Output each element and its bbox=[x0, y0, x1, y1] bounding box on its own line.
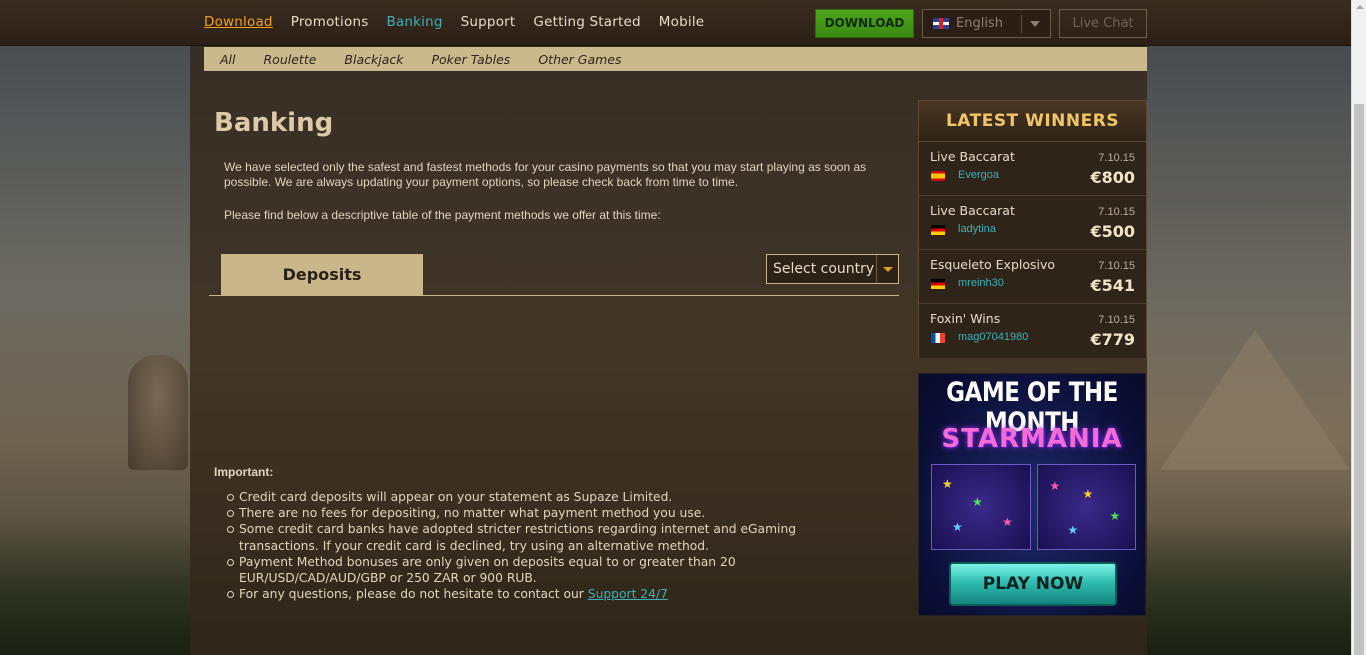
winner-amount: €800 bbox=[1090, 168, 1135, 187]
chevron-down-icon bbox=[1030, 21, 1040, 27]
list-item: Payment Method bonuses are only given on… bbox=[224, 554, 864, 586]
intro-text: We have selected only the safest and fas… bbox=[224, 160, 867, 189]
star-icon: ★ bbox=[972, 495, 983, 509]
star-icon: ★ bbox=[1002, 515, 1013, 529]
select-divider bbox=[1021, 15, 1022, 33]
germany-flag-icon bbox=[931, 279, 945, 289]
category-blackjack[interactable]: Blackjack bbox=[344, 52, 403, 67]
list-item: There are no fees for depositing, no mat… bbox=[224, 505, 864, 521]
chevron-down-icon bbox=[876, 255, 898, 283]
game-screenshot: ★ ★ ★ ★ bbox=[1036, 464, 1136, 550]
germany-flag-icon bbox=[931, 225, 945, 235]
winner-game: Live Baccarat bbox=[930, 203, 1015, 218]
game-screenshot: ★ ★ ★ ★ bbox=[931, 464, 1031, 550]
contact-text: For any questions, please do not hesitat… bbox=[239, 587, 588, 602]
category-all[interactable]: All bbox=[220, 52, 236, 67]
winner-date: 7.10.15 bbox=[1098, 152, 1135, 164]
tab-deposits[interactable]: Deposits bbox=[221, 254, 423, 296]
scroll-thumb[interactable] bbox=[1354, 104, 1364, 655]
winner-game: Esqueleto Explosivo bbox=[930, 257, 1056, 272]
winner-user: mag07041980 bbox=[958, 331, 1029, 343]
winner-row[interactable]: Live Baccarat 7.10.15 Evergoa €800 bbox=[919, 142, 1146, 196]
list-item: Some credit card banks have adopted stri… bbox=[224, 521, 864, 553]
play-now-button[interactable]: PLAY NOW bbox=[949, 562, 1117, 606]
category-roulette[interactable]: Roulette bbox=[264, 52, 317, 67]
winner-date: 7.10.15 bbox=[1098, 260, 1135, 272]
top-navigation-bar: Download Promotions Banking Support Gett… bbox=[0, 0, 1351, 46]
intro-text-2: Please find below a descriptive table of… bbox=[224, 208, 661, 222]
winners-title: LATEST WINNERS bbox=[919, 101, 1146, 142]
winner-game: Live Baccarat bbox=[930, 149, 1015, 164]
language-label: English bbox=[956, 16, 1003, 31]
star-icon: ★ bbox=[1049, 479, 1061, 493]
winner-game: Foxin' Wins bbox=[930, 311, 1001, 326]
game-logo: STARMANIA bbox=[941, 424, 1123, 454]
country-select-label: Select country bbox=[773, 261, 875, 277]
winner-user: Evergoa bbox=[958, 169, 999, 181]
winner-user: ladytina bbox=[958, 223, 996, 235]
live-chat-button[interactable]: Live Chat bbox=[1059, 9, 1147, 38]
scroll-up-arrow-icon[interactable] bbox=[1356, 5, 1364, 9]
game-screenshots: ★ ★ ★ ★ ★ ★ ★ ★ bbox=[931, 464, 1136, 550]
country-select[interactable]: Select country bbox=[766, 254, 899, 284]
nav-getting-started[interactable]: Getting Started bbox=[533, 14, 640, 30]
game-category-nav: All Roulette Blackjack Poker Tables Othe… bbox=[204, 47, 1147, 71]
download-button[interactable]: DOWNLOAD bbox=[815, 9, 914, 38]
winner-amount: €779 bbox=[1090, 330, 1135, 349]
pyramid-illustration bbox=[1160, 330, 1350, 470]
tab-underline bbox=[209, 295, 899, 296]
nav-support[interactable]: Support bbox=[461, 14, 516, 30]
nav-banking[interactable]: Banking bbox=[386, 14, 442, 30]
winner-row[interactable]: Live Baccarat 7.10.15 ladytina €500 bbox=[919, 196, 1146, 250]
support-link[interactable]: Support 24/7 bbox=[588, 587, 668, 601]
star-icon: ★ bbox=[952, 520, 963, 534]
page-scrollbar[interactable] bbox=[1351, 0, 1366, 655]
latest-winners-widget: LATEST WINNERS Live Baccarat 7.10.15 Eve… bbox=[918, 100, 1147, 358]
uk-flag-icon bbox=[933, 18, 949, 29]
list-item: For any questions, please do not hesitat… bbox=[224, 586, 864, 602]
star-icon: ★ bbox=[1067, 523, 1079, 537]
star-icon: ★ bbox=[942, 477, 953, 491]
winner-row[interactable]: Esqueleto Explosivo 7.10.15 mreinh30 €54… bbox=[919, 250, 1146, 304]
important-list: Credit card deposits will appear on your… bbox=[224, 489, 864, 602]
winner-date: 7.10.15 bbox=[1098, 206, 1135, 218]
winner-user: mreinh30 bbox=[958, 277, 1004, 289]
winner-date: 7.10.15 bbox=[1098, 314, 1135, 326]
language-select[interactable]: English bbox=[922, 9, 1051, 38]
spain-flag-icon bbox=[931, 171, 945, 181]
winner-amount: €500 bbox=[1090, 222, 1135, 241]
page-title: Banking bbox=[214, 108, 334, 138]
nav-mobile[interactable]: Mobile bbox=[659, 14, 704, 30]
game-of-month-banner[interactable]: GAME OF THE MONTH STARMANIA ★ ★ ★ ★ ★ ★ … bbox=[918, 373, 1146, 616]
france-flag-icon bbox=[931, 333, 945, 343]
category-poker-tables[interactable]: Poker Tables bbox=[432, 52, 511, 67]
winner-row[interactable]: Foxin' Wins 7.10.15 mag07041980 €779 bbox=[919, 304, 1146, 358]
star-icon: ★ bbox=[1082, 487, 1094, 501]
nav-promotions[interactable]: Promotions bbox=[291, 14, 369, 30]
winner-amount: €541 bbox=[1090, 276, 1135, 295]
sphinx-illustration bbox=[128, 355, 188, 470]
star-icon: ★ bbox=[1109, 509, 1121, 523]
nav-download[interactable]: Download bbox=[204, 14, 273, 30]
important-heading: Important: bbox=[214, 465, 274, 479]
category-other-games[interactable]: Other Games bbox=[538, 52, 621, 67]
list-item: Credit card deposits will appear on your… bbox=[224, 489, 864, 505]
main-nav: Download Promotions Banking Support Gett… bbox=[204, 14, 722, 30]
